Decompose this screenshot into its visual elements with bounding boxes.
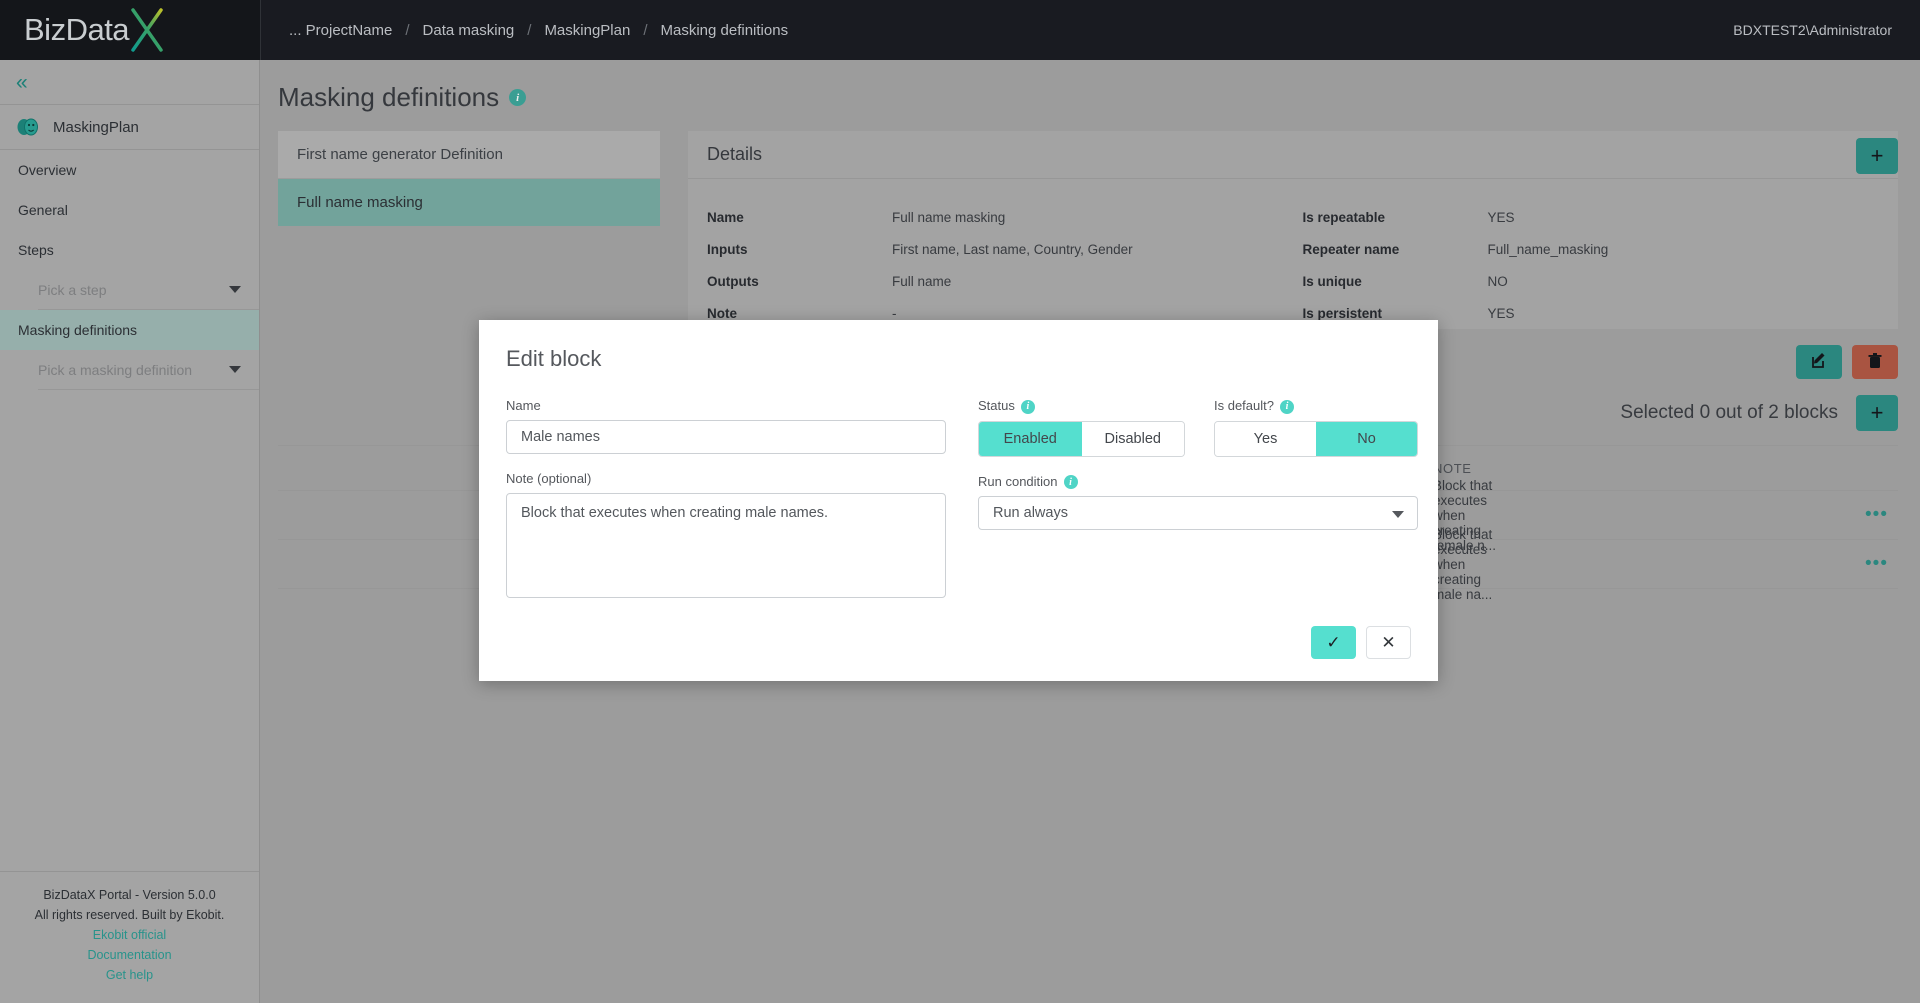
status-enabled-button[interactable]: Enabled bbox=[979, 421, 1082, 456]
info-icon[interactable]: i bbox=[1280, 399, 1294, 414]
run-condition-select-wrap: Run always bbox=[978, 496, 1418, 530]
note-field-group: Note (optional) bbox=[506, 471, 946, 603]
note-textarea[interactable] bbox=[506, 493, 946, 598]
status-label-text: Status bbox=[978, 398, 1015, 413]
status-field-label: Status i bbox=[978, 398, 1185, 414]
dialog-body: Name Note (optional) Statusi Enabled Dis… bbox=[506, 398, 1418, 603]
is-default-toggle-group: Yes No bbox=[1214, 420, 1418, 457]
dialog-left-column: Name Note (optional) bbox=[506, 398, 946, 603]
is-default-no-button[interactable]: No bbox=[1316, 421, 1417, 456]
is-default-label-text: Is default? bbox=[1214, 398, 1274, 413]
name-input[interactable] bbox=[506, 420, 946, 454]
note-field-label: Note (optional) bbox=[506, 471, 592, 486]
run-condition-select[interactable]: Run always bbox=[978, 496, 1418, 530]
dialog-footer: ✓ ✕ bbox=[1311, 626, 1411, 659]
app-root: BizData ... ProjectName / Data masking /… bbox=[0, 0, 1920, 1003]
status-disabled-button[interactable]: Disabled bbox=[1081, 421, 1184, 456]
status-field-group: Status i Enabled Disabled Run condition i … bbox=[978, 398, 1418, 603]
name-field-label: Name bbox=[506, 398, 541, 413]
confirm-button[interactable]: ✓ bbox=[1311, 626, 1356, 659]
status-toggle-group: Enabled Disabled bbox=[978, 420, 1185, 457]
is-default-yes-button[interactable]: Yes bbox=[1215, 421, 1316, 456]
run-condition-label-text: Run condition bbox=[978, 473, 1058, 489]
dialog-right-column: Status i Enabled Disabled Run condition i … bbox=[978, 398, 1418, 603]
run-condition-label: Run condition i bbox=[978, 473, 1185, 489]
run-condition-field-group: Run condition i Run always bbox=[978, 473, 1418, 530]
dialog-title: Edit block bbox=[506, 346, 602, 371]
info-icon[interactable]: i bbox=[1020, 399, 1035, 414]
edit-block-dialog: Edit block Name Note (optional) Statusi … bbox=[479, 320, 1438, 681]
info-icon[interactable]: i bbox=[1063, 475, 1078, 489]
chevron-down-icon bbox=[1392, 511, 1404, 518]
is-default-field-label: Is default? i bbox=[1214, 398, 1418, 414]
cancel-button[interactable]: ✕ bbox=[1366, 626, 1411, 659]
